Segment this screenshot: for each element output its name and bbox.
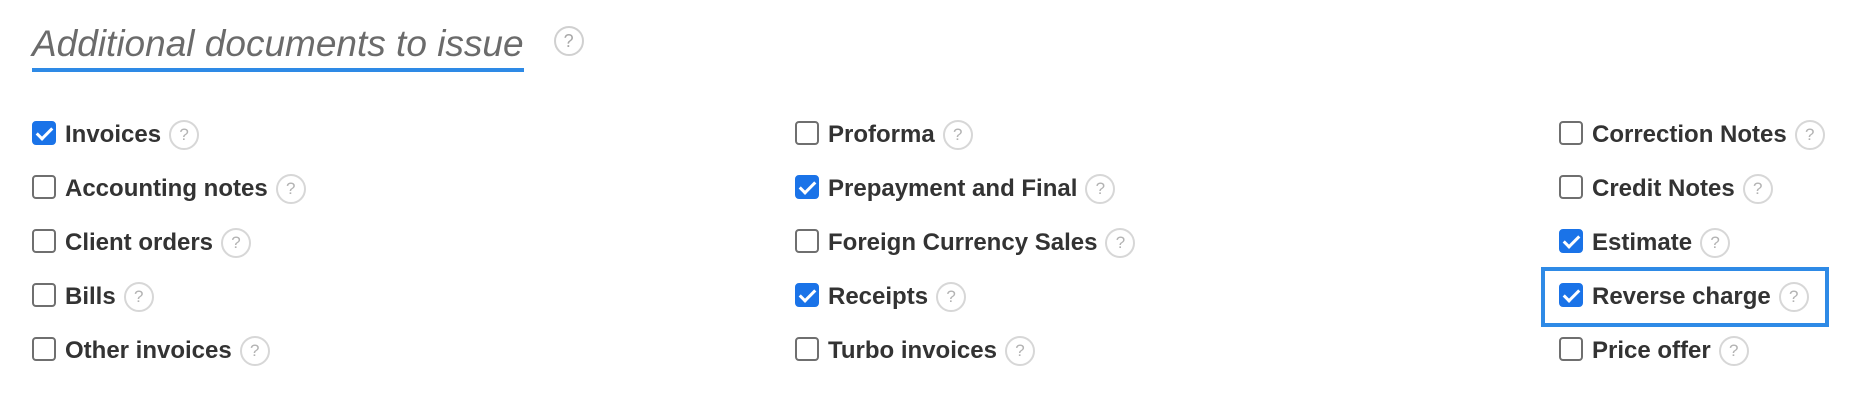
option-label-proforma[interactable]: Proforma [828,121,935,149]
option-invoices[interactable]: Invoices? [32,108,306,162]
help-icon-receipts[interactable]: ? [936,282,967,312]
checkbox-foreign-currency-sales[interactable] [795,229,819,253]
option-label-reverse-charge[interactable]: Reverse charge [1592,283,1771,311]
option-client-orders[interactable]: Client orders? [32,216,306,270]
help-icon-estimate[interactable]: ? [1700,228,1731,258]
checkbox-other-invoices[interactable] [32,337,56,361]
checkbox-client-orders[interactable] [32,229,56,253]
option-receipts[interactable]: Receipts? [795,270,1135,324]
option-correction-notes[interactable]: Correction Notes? [1559,108,1825,162]
help-icon-foreign-currency-sales[interactable]: ? [1105,228,1136,258]
option-label-accounting-notes[interactable]: Accounting notes [65,175,268,203]
option-accounting-notes[interactable]: Accounting notes? [32,162,306,216]
option-label-invoices[interactable]: Invoices [65,121,161,149]
help-icon-credit-notes[interactable]: ? [1742,174,1773,204]
additional-documents-panel: Additional documents to issue ? Invoices… [0,0,1866,420]
help-icon-reverse-charge[interactable]: ? [1778,282,1809,312]
help-icon-turbo-invoices[interactable]: ? [1004,336,1035,366]
checkbox-correction-notes[interactable] [1559,121,1583,145]
options-column-3: Correction Notes? Credit Notes? Estimate? R… [1541,108,1829,378]
option-label-foreign-currency-sales[interactable]: Foreign Currency Sales [828,229,1097,257]
checkbox-estimate[interactable] [1559,229,1583,253]
checkbox-prepayment-and-final[interactable] [795,175,819,199]
help-icon-client-orders[interactable]: ? [221,228,252,258]
option-label-correction-notes[interactable]: Correction Notes [1592,121,1787,149]
checkbox-invoices[interactable] [32,121,56,145]
help-icon-proforma[interactable]: ? [942,120,973,150]
help-icon-bills[interactable]: ? [123,282,154,312]
options-column-2: Proforma? Prepayment and Final? Foreign Cu… [795,108,1136,378]
option-prepayment-and-final[interactable]: Prepayment and Final? [795,162,1135,216]
option-label-receipts[interactable]: Receipts [828,283,928,311]
checkbox-turbo-invoices[interactable] [795,337,819,361]
section-help-icon[interactable]: ? [553,26,584,56]
option-label-estimate[interactable]: Estimate [1592,229,1692,257]
checkbox-price-offer[interactable] [1559,337,1583,361]
option-label-other-invoices[interactable]: Other invoices [65,337,232,365]
help-icon-price-offer[interactable]: ? [1718,336,1749,366]
option-other-invoices[interactable]: Other invoices? [32,324,306,378]
option-turbo-invoices[interactable]: Turbo invoices? [795,324,1135,378]
option-label-price-offer[interactable]: Price offer [1592,337,1711,365]
option-foreign-currency-sales[interactable]: Foreign Currency Sales? [795,216,1136,270]
help-icon-prepayment-and-final[interactable]: ? [1085,174,1116,204]
checkbox-bills[interactable] [32,283,56,307]
option-credit-notes[interactable]: Credit Notes? [1559,162,1825,216]
checkbox-credit-notes[interactable] [1559,175,1583,199]
option-label-prepayment-and-final[interactable]: Prepayment and Final [828,175,1077,203]
option-proforma[interactable]: Proforma? [795,108,1135,162]
option-label-bills[interactable]: Bills [65,283,116,311]
option-bills[interactable]: Bills? [32,270,306,324]
checkbox-accounting-notes[interactable] [32,175,56,199]
checkbox-reverse-charge[interactable] [1559,283,1583,307]
option-label-client-orders[interactable]: Client orders [65,229,213,257]
help-icon-other-invoices[interactable]: ? [239,336,270,366]
options-column-1: Invoices? Accounting notes? Client orders?… [32,108,306,378]
section-title: Additional documents to issue [32,22,524,72]
option-estimate[interactable]: Estimate? [1559,216,1825,270]
help-icon-invoices[interactable]: ? [169,120,200,150]
checkbox-proforma[interactable] [795,121,819,145]
section-header: Additional documents to issue ? [32,22,584,72]
option-price-offer[interactable]: Price offer? [1559,324,1825,378]
checkbox-receipts[interactable] [795,283,819,307]
help-icon-correction-notes[interactable]: ? [1794,120,1825,150]
help-icon-accounting-notes[interactable]: ? [275,174,306,204]
option-label-turbo-invoices[interactable]: Turbo invoices [828,337,997,365]
option-reverse-charge[interactable]: Reverse charge? [1541,267,1829,327]
option-label-credit-notes[interactable]: Credit Notes [1592,175,1735,203]
